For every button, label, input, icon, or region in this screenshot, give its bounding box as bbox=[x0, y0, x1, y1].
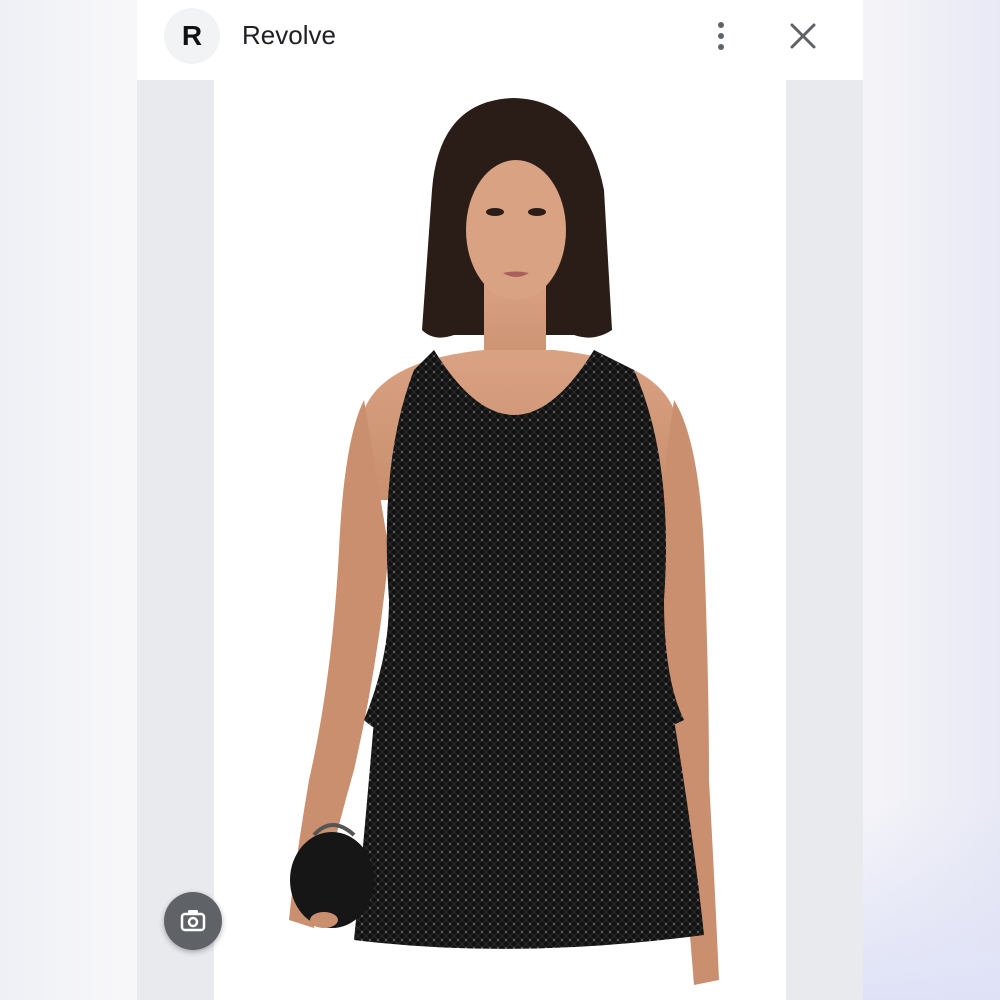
sequin-skirt bbox=[354, 720, 704, 949]
hand bbox=[310, 912, 338, 928]
more-vertical-icon-dot bbox=[718, 44, 724, 50]
background-glow bbox=[863, 800, 1000, 1000]
site-logo[interactable]: R bbox=[164, 8, 220, 64]
viewer-header: R Revolve bbox=[137, 0, 863, 80]
face bbox=[466, 160, 566, 300]
image-area bbox=[137, 80, 863, 1000]
product-photo bbox=[289, 98, 719, 985]
close-icon[interactable] bbox=[785, 18, 821, 54]
camera-lens-icon bbox=[180, 910, 206, 932]
more-vertical-icon-dot bbox=[718, 22, 724, 28]
lens-search-button[interactable] bbox=[164, 892, 222, 950]
right-eye bbox=[528, 208, 546, 216]
image-viewer-panel: R Revolve bbox=[137, 0, 863, 1000]
left-eye bbox=[486, 208, 504, 216]
more-options-button[interactable] bbox=[705, 18, 737, 54]
site-logo-letter: R bbox=[181, 20, 203, 51]
product-image[interactable] bbox=[214, 80, 786, 1000]
more-vertical-icon-dot bbox=[718, 33, 724, 39]
site-name[interactable]: Revolve bbox=[242, 18, 336, 52]
